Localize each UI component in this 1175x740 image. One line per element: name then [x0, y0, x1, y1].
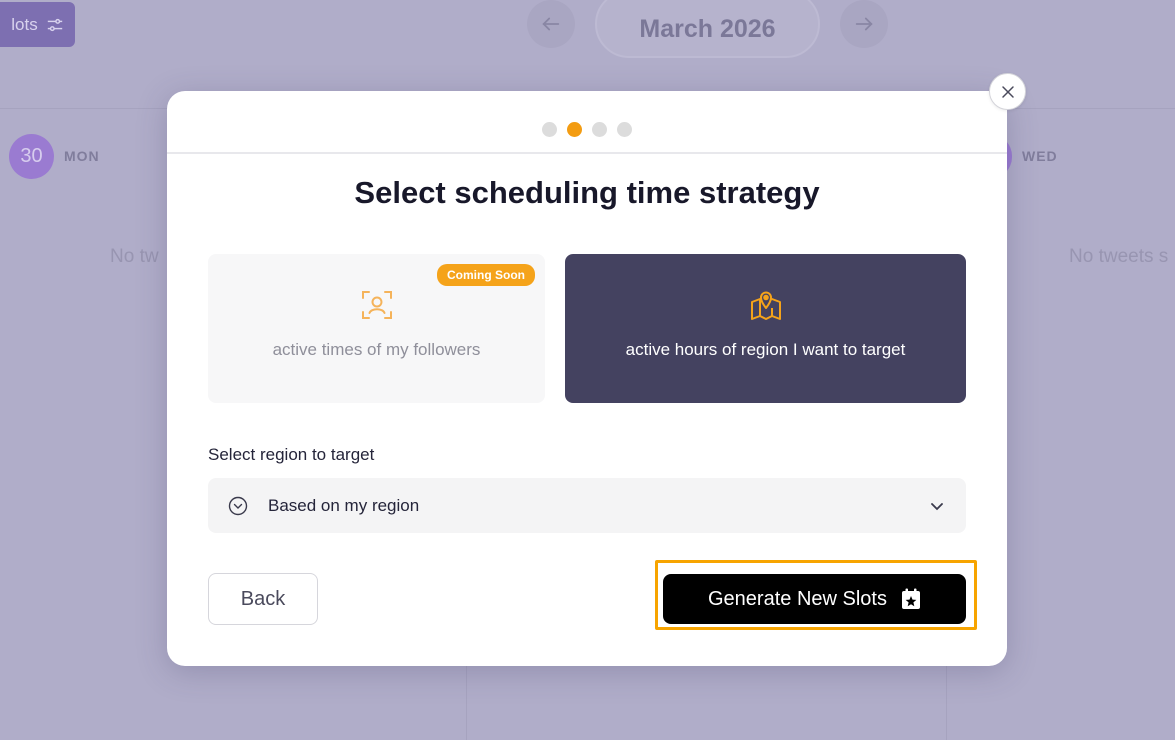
circle-chevron-icon [228, 496, 248, 515]
user-focus-icon [361, 291, 392, 319]
sliders-icon [47, 18, 62, 31]
region-field-label: Select region to target [208, 445, 375, 464]
generate-slots-button[interactable]: Generate New Slots [663, 574, 966, 624]
generate-slots-label: Generate New Slots [708, 587, 887, 610]
modal-divider [167, 152, 1007, 154]
day-name-mon: MON [64, 148, 100, 164]
column-divider [946, 660, 947, 740]
empty-state-text: No tweets s [1069, 246, 1169, 267]
close-modal-button[interactable] [989, 73, 1026, 110]
region-select[interactable]: Based on my region [208, 478, 966, 533]
back-button[interactable]: Back [208, 573, 318, 625]
month-label: March 2026 [595, 0, 820, 58]
option-label: active times of my followers [272, 340, 481, 359]
map-pin-icon [750, 291, 781, 320]
step-indicator [167, 122, 1007, 137]
day-name-wed: WED [1022, 148, 1058, 164]
step-dot-active [567, 122, 582, 137]
scheduling-strategy-modal: Select scheduling time strategy Coming S… [167, 91, 1007, 666]
calendar-star-icon [901, 588, 920, 609]
slots-button[interactable]: lots [0, 2, 75, 47]
close-icon [1001, 85, 1014, 98]
empty-state-text: No tw [110, 246, 159, 267]
option-region-hours[interactable]: active hours of region I want to target [565, 254, 966, 403]
prev-month-button[interactable] [527, 0, 575, 48]
arrow-left-icon [542, 17, 560, 31]
arrow-right-icon [855, 17, 873, 31]
day-number-badge: 30 [9, 134, 54, 179]
option-label: active hours of region I want to target [625, 340, 906, 359]
next-month-button[interactable] [840, 0, 888, 48]
modal-title: Select scheduling time strategy [354, 175, 820, 210]
option-follower-times[interactable]: Coming Soon active times of my followers [208, 254, 545, 403]
step-dot [617, 122, 632, 137]
chevron-down-icon [931, 502, 943, 510]
coming-soon-badge: Coming Soon [437, 264, 535, 286]
region-select-value: Based on my region [268, 495, 420, 515]
slots-label: lots [11, 14, 38, 34]
step-dot [542, 122, 557, 137]
column-divider [466, 660, 467, 740]
step-dot [592, 122, 607, 137]
